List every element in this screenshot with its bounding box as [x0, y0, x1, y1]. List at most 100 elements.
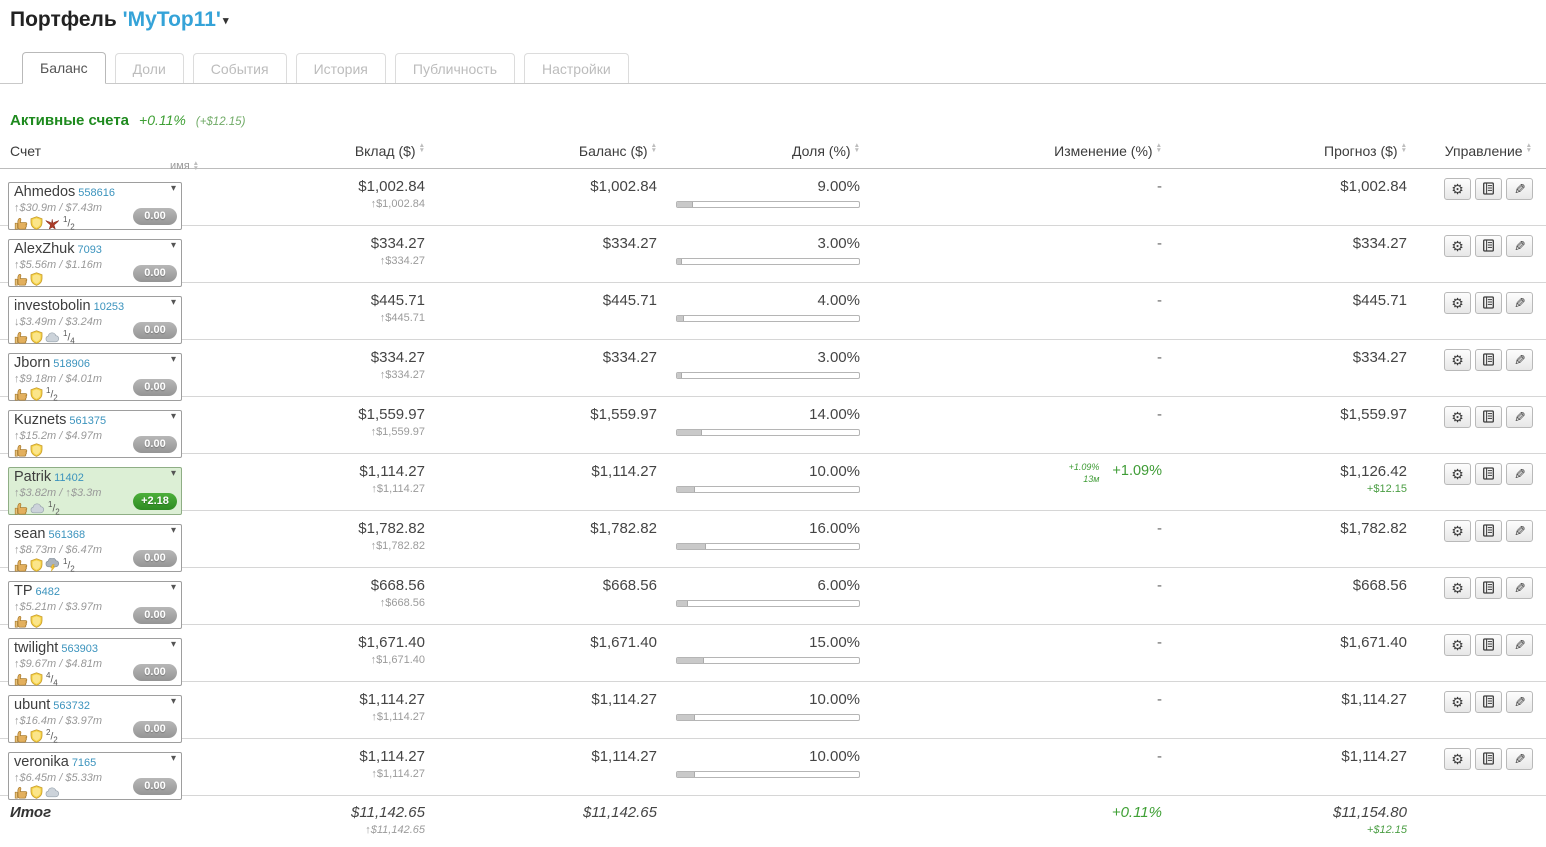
column-header-manage[interactable]: Управление ▲ ▼	[1415, 142, 1546, 168]
column-header-forecast[interactable]: Прогноз ($) ▲ ▼	[1170, 142, 1415, 168]
column-header-change[interactable]: Изменение (%) ▲ ▼	[870, 142, 1170, 168]
edit-button[interactable]: ✎	[1506, 520, 1533, 542]
sort-icon[interactable]: ▲ ▼	[419, 142, 425, 154]
account-id[interactable]: 7093	[77, 243, 101, 258]
account-name[interactable]: veronika	[14, 755, 69, 770]
column-header-deposit[interactable]: Вклад ($) ▲ ▼	[180, 142, 435, 168]
account-id[interactable]: 563732	[53, 699, 90, 714]
account-id[interactable]: 563903	[61, 642, 98, 657]
account-id[interactable]: 7165	[72, 756, 96, 771]
sort-icon[interactable]: ▲ ▼	[1526, 142, 1532, 154]
settings-button[interactable]: ⚙	[1444, 235, 1471, 257]
settings-button[interactable]: ⚙	[1444, 463, 1471, 485]
account-name[interactable]: TP	[14, 584, 33, 599]
tab-настройки[interactable]: Настройки	[524, 53, 629, 83]
settings-button[interactable]: ⚙	[1444, 577, 1471, 599]
log-button[interactable]	[1475, 235, 1502, 257]
account-card[interactable]: ▾ TP 6482 ↑$5.21m / $3.97m 0.00	[8, 581, 182, 629]
edit-button[interactable]: ✎	[1506, 178, 1533, 200]
sort-icon[interactable]: ▲ ▼	[1156, 142, 1162, 154]
settings-button[interactable]: ⚙	[1444, 178, 1471, 200]
edit-button[interactable]: ✎	[1506, 292, 1533, 314]
edit-button[interactable]: ✎	[1506, 634, 1533, 656]
account-id[interactable]: 10253	[94, 300, 125, 315]
sort-icon[interactable]: ▲ ▼	[193, 160, 199, 172]
account-name[interactable]: Patrik	[14, 470, 51, 485]
account-card[interactable]: ▾ ubunt 563732 ↑$16.4m / $3.97m 2/2 0.00	[8, 695, 182, 744]
tab-история[interactable]: История	[295, 53, 386, 83]
account-id[interactable]: 518906	[53, 357, 90, 372]
chevron-down-icon[interactable]: ▾	[171, 240, 176, 251]
chevron-down-icon[interactable]: ▾	[171, 582, 176, 593]
account-card[interactable]: ▾ Patrik 11402 ↑$3.82m / ↑$3.3m 1/2 +2.18	[8, 467, 182, 516]
log-button[interactable]	[1475, 406, 1502, 428]
log-button[interactable]	[1475, 634, 1502, 656]
settings-button[interactable]: ⚙	[1444, 748, 1471, 770]
account-name[interactable]: ubunt	[14, 698, 50, 713]
portfolio-name-link[interactable]: 'MyTop11'	[123, 8, 221, 31]
account-name[interactable]: Jborn	[14, 356, 50, 371]
chevron-down-icon[interactable]: ▾	[171, 753, 176, 764]
chevron-down-icon[interactable]: ▾	[171, 525, 176, 536]
log-button[interactable]	[1475, 691, 1502, 713]
settings-button[interactable]: ⚙	[1444, 349, 1471, 371]
account-card[interactable]: ▾ Jborn 518906 ↑$9.18m / $4.01m 1/2 0.00	[8, 353, 182, 402]
account-id[interactable]: 558616	[78, 186, 115, 201]
settings-button[interactable]: ⚙	[1444, 292, 1471, 314]
edit-button[interactable]: ✎	[1506, 463, 1533, 485]
storm-icon	[45, 558, 60, 572]
account-card[interactable]: ▾ Kuznets 561375 ↑$15.2m / $4.97m 0.00	[8, 410, 182, 458]
edit-button[interactable]: ✎	[1506, 235, 1533, 257]
log-button[interactable]	[1475, 748, 1502, 770]
account-id[interactable]: 561368	[48, 528, 85, 543]
edit-button[interactable]: ✎	[1506, 349, 1533, 371]
chevron-down-icon[interactable]: ▾	[171, 411, 176, 422]
sort-icon[interactable]: ▲ ▼	[651, 142, 657, 154]
settings-button[interactable]: ⚙	[1444, 520, 1471, 542]
log-button[interactable]	[1475, 520, 1502, 542]
sort-icon[interactable]: ▲ ▼	[854, 142, 860, 154]
chevron-down-icon[interactable]: ▾	[171, 354, 176, 365]
chevron-down-icon[interactable]: ▾	[171, 297, 176, 308]
settings-button[interactable]: ⚙	[1444, 634, 1471, 656]
column-header-balance[interactable]: Баланс ($) ▲ ▼	[435, 142, 665, 168]
account-name[interactable]: Kuznets	[14, 413, 66, 428]
log-button[interactable]	[1475, 577, 1502, 599]
settings-button[interactable]: ⚙	[1444, 691, 1471, 713]
portfolio-dropdown-icon[interactable]: ▾	[223, 15, 229, 27]
account-card[interactable]: ▾ Ahmedos 558616 ↑$30.9m / $7.43m 1/2 0.00	[8, 182, 182, 231]
log-button[interactable]	[1475, 349, 1502, 371]
edit-button[interactable]: ✎	[1506, 406, 1533, 428]
edit-button[interactable]: ✎	[1506, 577, 1533, 599]
edit-button[interactable]: ✎	[1506, 748, 1533, 770]
account-card[interactable]: ▾ veronika 7165 ↑$6.45m / $5.33m 0.00	[8, 752, 182, 800]
column-header-name[interactable]: имя ▲ ▼	[170, 160, 199, 172]
chevron-down-icon[interactable]: ▾	[171, 696, 176, 707]
account-card[interactable]: ▾ sean 561368 ↑$8.73m / $6.47m 1/2 0.00	[8, 524, 182, 573]
account-id[interactable]: 561375	[69, 414, 106, 429]
chevron-down-icon[interactable]: ▾	[171, 468, 176, 479]
tab-публичность[interactable]: Публичность	[394, 53, 515, 83]
sort-icon[interactable]: ▲ ▼	[1401, 142, 1407, 154]
account-card[interactable]: ▾ investobolin 10253 ↓$3.49m / $3.24m 1/4 0.0…	[8, 296, 182, 345]
column-header-share[interactable]: Доля (%) ▲ ▼	[665, 142, 870, 168]
account-id[interactable]: 6482	[36, 585, 60, 600]
log-button[interactable]	[1475, 463, 1502, 485]
chevron-down-icon[interactable]: ▾	[171, 183, 176, 194]
tab-доли[interactable]: Доли	[114, 53, 184, 83]
chevron-down-icon[interactable]: ▾	[171, 639, 176, 650]
log-button[interactable]	[1475, 178, 1502, 200]
account-name[interactable]: Ahmedos	[14, 185, 75, 200]
settings-button[interactable]: ⚙	[1444, 406, 1471, 428]
account-card[interactable]: ▾ AlexZhuk 7093 ↑$5.56m / $1.16m 0.00	[8, 239, 182, 287]
tab-события[interactable]: События	[192, 53, 287, 83]
tab-баланс[interactable]: Баланс	[22, 52, 106, 84]
account-name[interactable]: twilight	[14, 641, 58, 656]
log-button[interactable]	[1475, 292, 1502, 314]
account-name[interactable]: investobolin	[14, 299, 91, 314]
account-name[interactable]: AlexZhuk	[14, 242, 74, 257]
account-id[interactable]: 11402	[54, 471, 84, 486]
edit-button[interactable]: ✎	[1506, 691, 1533, 713]
account-name[interactable]: sean	[14, 527, 45, 542]
account-card[interactable]: ▾ twilight 563903 ↑$9.67m / $4.81m 4/4 0.00	[8, 638, 182, 687]
